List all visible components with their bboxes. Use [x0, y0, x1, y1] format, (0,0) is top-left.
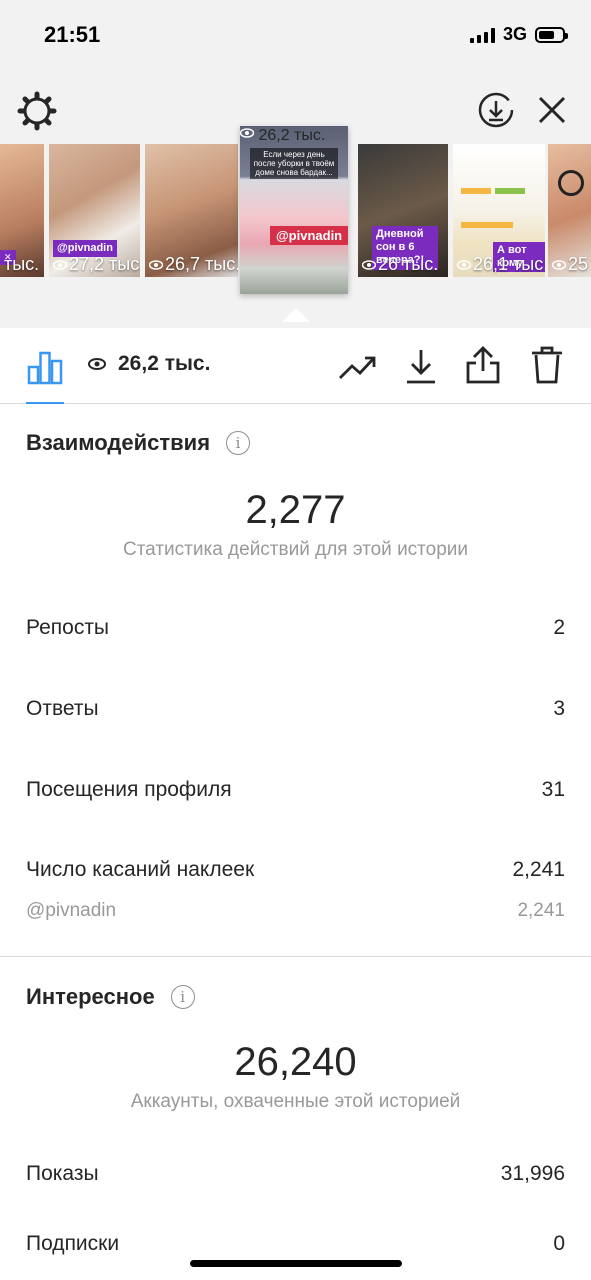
trending-icon[interactable] [338, 348, 378, 386]
discovery-subtitle: Аккаунты, охваченные этой историей [130, 1091, 461, 1112]
thumbnail-views: 26,1 тыс. [457, 254, 545, 275]
stat-row-reposts: Репосты 2 [26, 616, 565, 639]
network-label: 3G [502, 24, 527, 44]
info-icon[interactable]: i [170, 985, 195, 1009]
battery-icon [535, 26, 568, 43]
story-thumbnail[interactable]: А вот кому 26,1 тыс. [453, 144, 545, 277]
eye-icon [457, 259, 471, 270]
insights-bar-chart-icon[interactable] [26, 348, 64, 386]
interactions-subtitle: Статистика действий для этой истории [122, 539, 469, 560]
eye-icon [362, 259, 376, 270]
story-thumbnail[interactable]: @pivnadin 27,2 тыс. [49, 144, 140, 277]
story-thumbnails: ✕ тыс. @pivnadin 27,2 тыс. 26,7 тыс. Есл… [0, 126, 591, 294]
toolbar-views: 26,2 тыс. [88, 352, 210, 376]
discovery-total: 26,240 [234, 1040, 357, 1084]
close-icon[interactable] [530, 88, 574, 132]
home-indicator[interactable] [190, 1260, 402, 1267]
story-thumbnail[interactable]: ✕ тыс. [0, 144, 44, 277]
story-thumbnail[interactable]: Дневной сон в 6 вечера?! 26 тыс. [358, 144, 448, 277]
status-bar: 21:51 3G [0, 0, 591, 72]
toolbar-views-count: 26,2 тыс. [118, 352, 211, 375]
interactions-title: Взаимодействия [26, 430, 211, 455]
story-thumbnail-active[interactable]: Если через день после уборки в твоём дом… [240, 126, 348, 294]
share-icon[interactable] [464, 344, 502, 386]
story-toolbar: 26,2 тыс. [0, 328, 591, 404]
download-icon[interactable] [402, 346, 440, 386]
interactions-total: 2,277 [245, 488, 346, 532]
settings-gear-icon[interactable] [14, 88, 60, 134]
story-thumbnail[interactable]: 26,7 тыс. [145, 144, 238, 277]
eye-icon [149, 259, 163, 270]
eye-icon [88, 358, 106, 370]
status-indicators: 3G [469, 24, 568, 45]
discovery-title: Интересное [26, 984, 155, 1009]
stat-row-impressions: Показы 31,996 [26, 1162, 565, 1185]
thumbnail-views: 25 [552, 254, 588, 275]
eye-icon [53, 259, 67, 270]
active-story-pointer [282, 308, 310, 322]
stat-row-follows: Подписки 0 [26, 1232, 565, 1255]
download-circle-icon[interactable] [474, 88, 518, 132]
stat-row-sticker-mention: @pivnadin 2,241 [26, 900, 565, 921]
thumbnail-views: 26 тыс. [362, 254, 438, 275]
status-time: 21:51 [44, 22, 101, 47]
story-thumbnail[interactable]: 25 [548, 144, 591, 277]
story-carousel-area: ✕ тыс. @pivnadin 27,2 тыс. 26,7 тыс. Есл… [0, 72, 591, 328]
thumbnail-views: 26,2 тыс. [240, 126, 348, 145]
thumbnail-views: 26,7 тыс. [149, 254, 238, 275]
eye-icon [552, 259, 566, 270]
active-tab-indicator [26, 402, 64, 404]
thumbnail-views: тыс. [4, 254, 40, 274]
eye-icon [240, 128, 255, 138]
stat-row-profile-visits: Посещения профиля 31 [26, 778, 565, 801]
stat-row-replies: Ответы 3 [26, 697, 565, 720]
signal-icon [469, 27, 495, 43]
thumbnail-views: 27,2 тыс. [53, 254, 140, 275]
section-divider [0, 956, 591, 957]
discovery-header: Интересное i [26, 984, 195, 1010]
interactions-header: Взаимодействия i [26, 430, 251, 456]
info-icon[interactable]: i [226, 431, 251, 455]
delete-trash-icon[interactable] [528, 344, 566, 386]
stat-row-sticker-taps: Число касаний наклеек 2,241 [26, 858, 565, 881]
